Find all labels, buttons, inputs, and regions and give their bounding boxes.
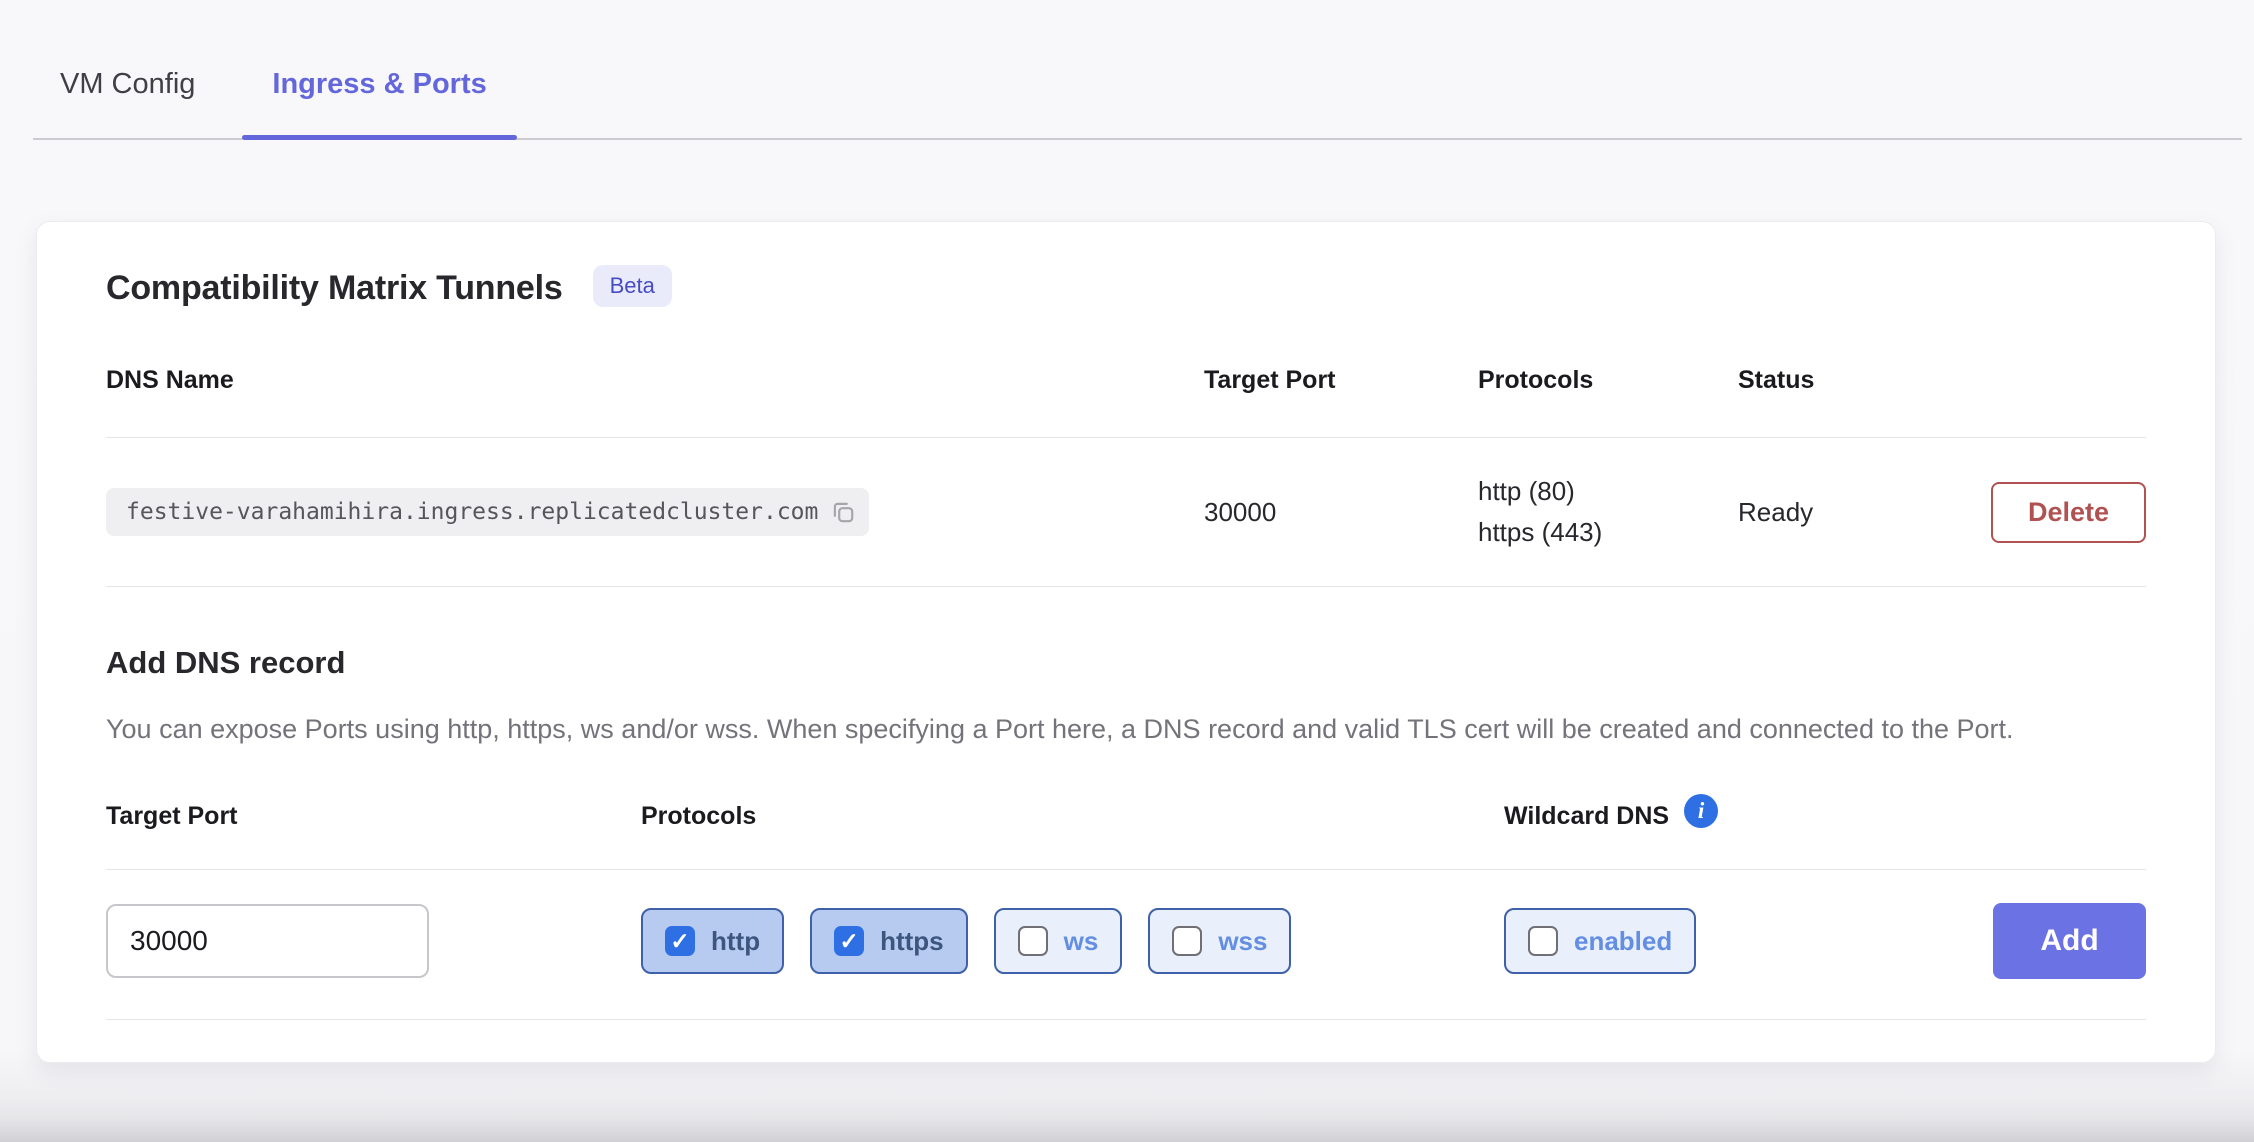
row-status: Ready — [1738, 497, 1916, 528]
protocol-checkbox-http[interactable]: ✓ http — [641, 908, 784, 974]
row-protocols: http (80) https (443) — [1478, 471, 1738, 553]
row-protocol-https: https (443) — [1478, 512, 1738, 553]
form-labels-divider — [106, 869, 2146, 870]
form-row-divider — [106, 1019, 2146, 1020]
checkbox-https-icon: ✓ — [834, 926, 864, 956]
tab-ingress-ports-label: Ingress & Ports — [272, 68, 486, 100]
table-header: DNS Name Target Port Protocols Status — [106, 366, 2146, 437]
column-header-protocols: Protocols — [1478, 366, 1738, 395]
protocol-checkbox-wss[interactable]: ✓ wss — [1148, 908, 1291, 974]
tab-ingress-ports[interactable]: Ingress & Ports — [242, 66, 516, 138]
label-target-port: Target Port — [106, 802, 641, 831]
tab-bar: VM Config Ingress & Ports — [33, 0, 2242, 140]
delete-button[interactable]: Delete — [1991, 482, 2146, 543]
card-title-row: Compatibility Matrix Tunnels Beta — [106, 266, 2146, 310]
info-icon[interactable]: i — [1684, 794, 1718, 828]
column-header-status: Status — [1738, 366, 1916, 395]
beta-badge: Beta — [593, 265, 672, 307]
column-header-dns-name: DNS Name — [106, 366, 1204, 395]
column-header-target-port: Target Port — [1204, 366, 1478, 395]
tunnels-card: Compatibility Matrix Tunnels Beta DNS Na… — [36, 221, 2216, 1063]
protocol-checkbox-https[interactable]: ✓ https — [810, 908, 968, 974]
add-dns-heading: Add DNS record — [106, 643, 2146, 683]
target-port-input[interactable] — [106, 904, 429, 978]
form-row: ✓ http ✓ https ✓ ws ✓ wss ✓ enabled Add — [106, 903, 2146, 1019]
add-button[interactable]: Add — [1993, 903, 2146, 979]
protocol-checkbox-ws[interactable]: ✓ ws — [994, 908, 1123, 974]
add-dns-description: You can expose Ports using http, https, … — [106, 709, 2146, 750]
dns-name-value: festive-varahamihira.ingress.replicatedc… — [126, 499, 818, 525]
table-row: festive-varahamihira.ingress.replicatedc… — [106, 438, 2146, 586]
label-protocols: Protocols — [641, 802, 1504, 831]
protocol-ws-label: ws — [1064, 926, 1099, 957]
checkbox-ws-icon: ✓ — [1018, 926, 1048, 956]
row-protocol-http: http (80) — [1478, 471, 1738, 512]
dns-name-pill: festive-varahamihira.ingress.replicatedc… — [106, 488, 869, 536]
tab-vm-config-label: VM Config — [60, 68, 195, 100]
protocol-http-label: http — [711, 926, 760, 957]
protocol-wss-label: wss — [1218, 926, 1267, 957]
wildcard-enabled-label: enabled — [1574, 926, 1672, 957]
protocol-chips: ✓ http ✓ https ✓ ws ✓ wss — [641, 908, 1504, 974]
checkbox-http-icon: ✓ — [665, 926, 695, 956]
form-labels-row: Target Port Protocols Wildcard DNS i — [106, 802, 2146, 869]
checkbox-wss-icon: ✓ — [1172, 926, 1202, 956]
copy-icon[interactable] — [830, 499, 856, 525]
tab-vm-config[interactable]: VM Config — [33, 66, 222, 138]
wildcard-enabled-checkbox[interactable]: ✓ enabled — [1504, 908, 1696, 974]
protocol-https-label: https — [880, 926, 944, 957]
card-title: Compatibility Matrix Tunnels — [106, 266, 563, 310]
checkbox-wildcard-icon: ✓ — [1528, 926, 1558, 956]
table-row-divider — [106, 586, 2146, 587]
row-target-port: 30000 — [1204, 497, 1478, 528]
label-wildcard-dns: Wildcard DNS — [1504, 802, 1669, 831]
